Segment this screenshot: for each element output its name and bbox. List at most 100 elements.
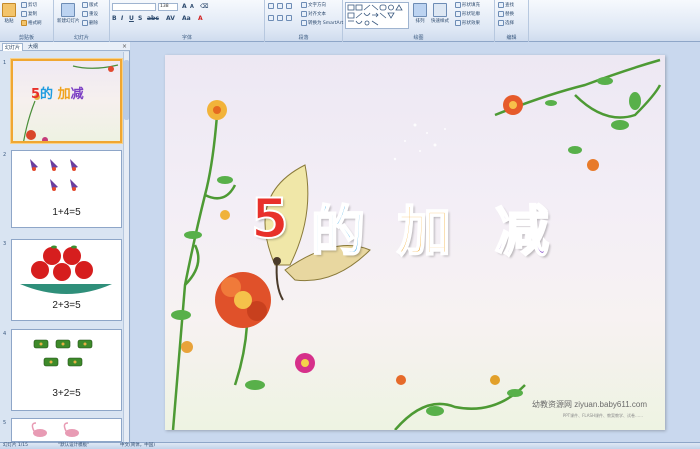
quick-styles-icon [433, 3, 447, 17]
slide-number: 1 [3, 60, 7, 66]
text-direction-button[interactable]: 文字方向 [301, 2, 326, 8]
arrange-icon [413, 3, 427, 17]
watermark-text: 幼教资源网 ziyuan.baby611.com [531, 400, 647, 409]
delete-button[interactable]: 删除 [82, 20, 98, 26]
close-icon[interactable]: × [122, 43, 127, 50]
group-label-clipboard: 剪贴板 [18, 35, 34, 41]
select-icon [498, 20, 504, 26]
align-right-icon[interactable] [286, 15, 292, 21]
underline-button[interactable]: U [129, 15, 134, 22]
align-left-icon[interactable] [268, 15, 274, 21]
equation-text: 2+3=5 [52, 300, 81, 311]
format-painter-button[interactable]: 格式刷 [21, 20, 42, 26]
shrink-font-icon[interactable]: A [190, 4, 194, 10]
font-name-field[interactable] [112, 3, 156, 11]
title-char-jia: 加 [396, 199, 452, 264]
spacing-button[interactable]: AV [166, 15, 175, 22]
layout-button[interactable]: 版式 [82, 2, 98, 8]
slide-counter: 幻灯片 1/15 [3, 443, 29, 448]
font-size-field[interactable]: 138 [158, 3, 178, 11]
font-group: 138 A A ⌫ B I U S abc AV Aa A 字体 [110, 0, 265, 42]
numbering-icon[interactable] [277, 3, 283, 9]
apples-image [20, 245, 112, 294]
grow-font-icon[interactable]: A [182, 3, 187, 10]
panel-tabs: 幻灯片 大纲 × [0, 42, 130, 51]
paste-icon [2, 3, 16, 17]
select-button[interactable]: 选择 [498, 20, 514, 26]
arrange-button[interactable]: 排列 [413, 3, 427, 24]
group-label-drawing: 绘图 [413, 35, 424, 41]
slide-editor[interactable]: 5 的 加 减 幼教资源网 ziyuan.baby611.com PPT课件、F… [131, 42, 700, 442]
indent-icon[interactable] [286, 3, 292, 9]
slides-group: 新建幻灯片 版式 重设 删除 幻灯片 [54, 0, 110, 42]
outline-icon [455, 11, 461, 17]
slide-thumbnail-2[interactable]: 1+4=5 [11, 150, 122, 228]
ribbon: 粘贴 剪切 复制 格式刷 剪贴板 新建幻灯片 版式 重设 删除 幻灯片 138 … [0, 0, 700, 42]
tab-slides[interactable]: 幻灯片 [2, 43, 24, 51]
brush-icon [21, 20, 27, 26]
scissors-icon [21, 2, 27, 8]
birds-image [30, 159, 78, 191]
thumbnail-artwork [23, 64, 119, 141]
shadow-button[interactable]: S [138, 15, 142, 22]
slide-thumbnail-4[interactable]: 3+2=5 [11, 329, 122, 411]
thumbnail-title: 5的 加减 [31, 87, 84, 102]
smartart-icon [301, 20, 307, 26]
editing-group: 查找 替换 选择 编辑 [495, 0, 529, 42]
bullets-icon[interactable] [268, 3, 274, 9]
slide-thumbnail-1[interactable]: 5的 加减 [11, 59, 122, 143]
cut-button[interactable]: 剪切 [21, 2, 37, 8]
align-center-icon[interactable] [277, 15, 283, 21]
shapes-gallery[interactable] [345, 2, 409, 29]
find-icon [498, 2, 504, 8]
slide-thumbnail-3[interactable]: 2+3=5 [11, 239, 122, 321]
bold-button[interactable]: B [112, 15, 117, 22]
reset-icon [82, 11, 88, 17]
strikethrough-button[interactable]: abc [147, 15, 159, 22]
drawing-group: 排列 快速样式 形状填充 形状轮廓 形状效果 绘图 [343, 0, 495, 42]
group-label-paragraph: 段落 [298, 35, 309, 41]
theme-name[interactable]: "默认设计模板" [58, 443, 89, 449]
group-label-slides: 幻灯片 [73, 35, 89, 41]
equation-text: 3+2=5 [52, 388, 81, 399]
shape-effects-button[interactable]: 形状效果 [455, 20, 480, 26]
tab-outline[interactable]: 大纲 [26, 43, 40, 51]
cars-image [33, 339, 93, 367]
paste-button[interactable]: 粘贴 [2, 3, 16, 24]
fill-icon [455, 2, 461, 8]
title-char-de: 的 [310, 199, 366, 264]
new-slide-button[interactable]: 新建幻灯片 [57, 3, 80, 24]
replace-icon [498, 11, 504, 17]
reset-button[interactable]: 重设 [82, 11, 98, 17]
text-direction-icon [301, 2, 307, 8]
change-case-button[interactable]: Aa [182, 15, 191, 22]
clear-format-icon[interactable]: ⌫ [200, 3, 208, 10]
slide-number: 2 [3, 152, 7, 158]
font-color-button[interactable]: A [198, 15, 203, 22]
group-label-editing: 编辑 [506, 35, 517, 41]
title-char-5: 5 [250, 186, 290, 251]
status-bar: 幻灯片 1/15 "默认设计模板" 中文(简体，中国) [0, 442, 700, 449]
current-slide[interactable]: 5 的 加 减 幼教资源网 ziyuan.baby611.com PPT课件、F… [165, 55, 665, 430]
find-button[interactable]: 查找 [498, 2, 514, 8]
replace-button[interactable]: 替换 [498, 11, 514, 17]
slide-number: 3 [3, 241, 7, 247]
flamingos-image [31, 422, 79, 437]
shape-fill-button[interactable]: 形状填充 [455, 2, 480, 8]
italic-button[interactable]: I [121, 15, 123, 22]
group-label-font: 字体 [181, 35, 192, 41]
slide-number: 5 [3, 420, 7, 426]
scroll-thumb[interactable] [124, 60, 129, 120]
shape-outline-button[interactable]: 形状轮廓 [455, 11, 480, 17]
panel-scrollbar[interactable] [123, 52, 129, 442]
quick-styles-button[interactable]: 快速样式 [431, 3, 449, 24]
shapes-gallery-icon [347, 4, 403, 26]
copy-icon [21, 11, 27, 17]
slide-thumbnail-5[interactable] [11, 418, 122, 442]
language-indicator[interactable]: 中文(简体，中国) [120, 443, 155, 449]
slide-number: 4 [3, 331, 7, 337]
smartart-button[interactable]: 转换为 SmartArt [301, 20, 343, 26]
watermark-subtext: PPT课件、FLASH课件、教案教学、试卷…… [562, 413, 643, 418]
align-text-button[interactable]: 对齐文本 [301, 11, 326, 17]
copy-button[interactable]: 复制 [21, 11, 37, 17]
